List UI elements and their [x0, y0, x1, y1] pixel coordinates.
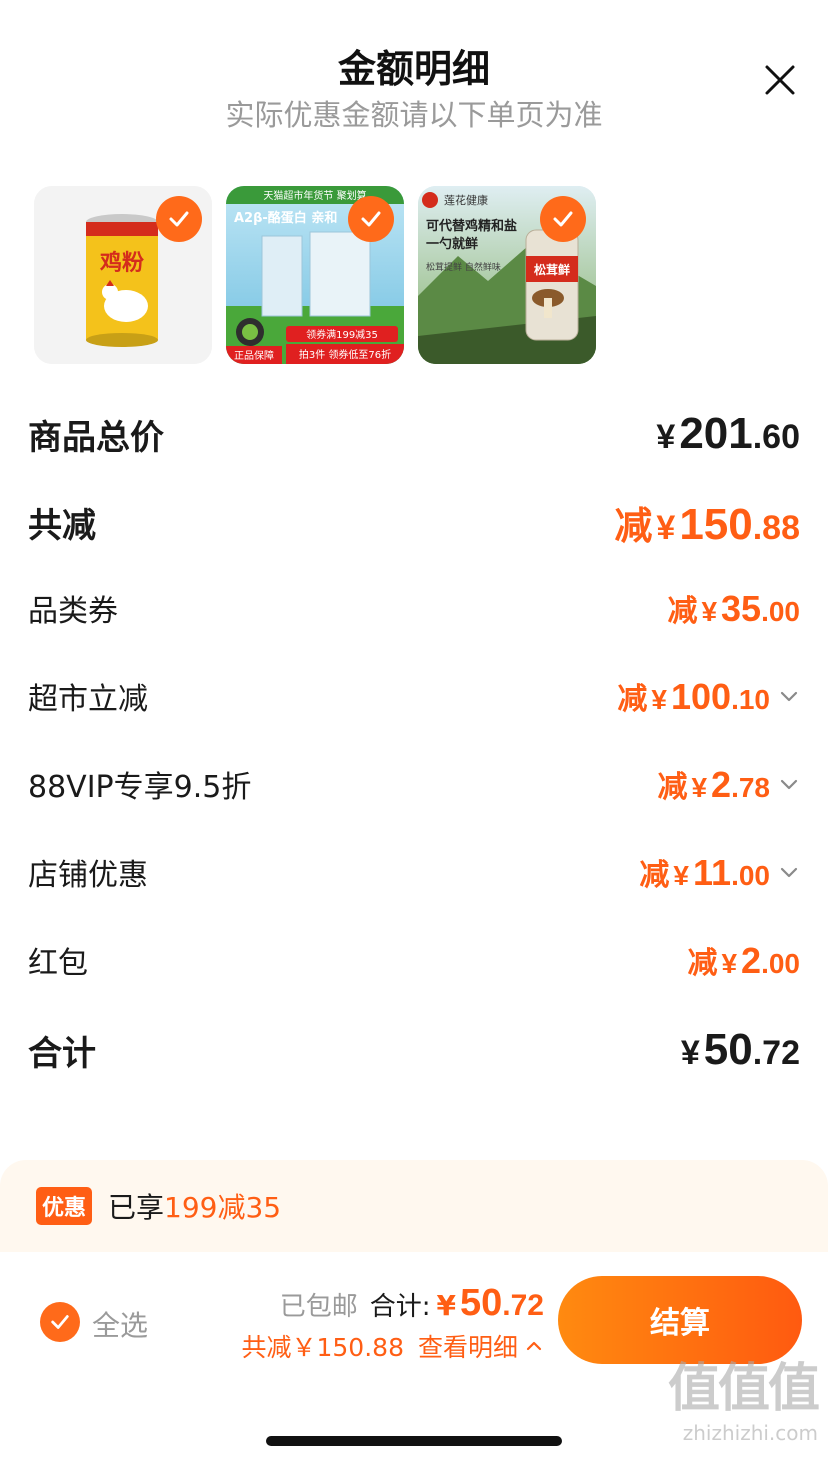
sum-symbol: ¥: [680, 1034, 700, 1072]
view-detail-link[interactable]: 共减￥150.88 查看明细: [242, 1328, 545, 1364]
product-2-coupon-line: 领券满199减35: [306, 328, 378, 341]
sum-label: 合计: [28, 1033, 96, 1074]
total-price-label: 商品总价: [28, 417, 164, 458]
store-discount-prefix: 减: [639, 858, 670, 893]
product-3-check-icon[interactable]: [540, 196, 586, 242]
product-2-banner: 天猫超市年货节 聚划算: [263, 189, 366, 202]
row-sum: 合计 ¥ 50 .72: [28, 1020, 800, 1080]
total-price-symbol: ¥: [656, 418, 676, 456]
total-price-amount: ¥ 201 .60: [652, 409, 800, 459]
watermark: 值值值 zhizhizhi.com: [667, 1346, 820, 1445]
store-discount-label: 店铺优惠: [28, 858, 148, 893]
chevron-down-icon[interactable]: [778, 773, 800, 795]
supermarket-reduction-label: 超市立减: [28, 682, 148, 717]
category-coupon-label: 品类券: [28, 594, 118, 629]
promo-text-highlight: 199减35: [164, 1191, 282, 1224]
checkout-total-dec: .72: [502, 1289, 544, 1322]
row-category-coupon: 品类券 减 ¥ 35 .00: [28, 578, 800, 638]
total-reduction-label: 共减: [28, 505, 96, 546]
red-packet-dec: .00: [761, 948, 800, 979]
supermarket-reduction-dec: .10: [731, 684, 770, 715]
supermarket-reduction-amount: 减 ¥ 100 .10: [617, 674, 800, 718]
row-88vip-discount[interactable]: 88VIP专享9.5折 减 ¥ 2 .78: [28, 754, 800, 814]
total-reduction-dec: .88: [752, 508, 800, 547]
product-thumbnail-3[interactable]: 莲花健康 可代替鸡精和盐 一勺就鲜 松茸提鲜 自然鲜味 松茸鲜: [418, 186, 596, 364]
total-price-dec: .60: [752, 418, 800, 456]
red-packet-amount: 减 ¥ 2 .00: [687, 938, 800, 982]
supermarket-reduction-prefix: 减: [617, 682, 648, 717]
row-store-discount[interactable]: 店铺优惠 减 ¥ 11 .00: [28, 842, 800, 902]
watermark-logo: 值值值: [667, 1359, 820, 1419]
red-packet-prefix: 减: [687, 946, 718, 981]
promo-badge: 优惠: [36, 1187, 93, 1225]
chevron-up-icon: [526, 1341, 542, 1351]
promo-text-prefix: 已享: [108, 1191, 165, 1224]
88vip-discount-prefix: 减: [657, 770, 688, 805]
amount-detail-sheet: 金额明细 实际优惠金额请以下单页为准 鸡粉 天猫超市年货节 聚划算 A2β-酪蛋…: [0, 0, 828, 1463]
product-3-name: 松茸鲜: [534, 262, 570, 277]
shipping-label: 已包邮: [279, 1292, 358, 1322]
row-supermarket-reduction[interactable]: 超市立减 减 ¥ 100 .10: [28, 666, 800, 726]
product-2-name: A2β-酪蛋白 亲和: [234, 210, 337, 226]
store-discount-int: 11: [693, 852, 732, 893]
88vip-discount-dec: .78: [731, 772, 770, 803]
store-discount-dec: .00: [731, 860, 770, 891]
checkout-total-int: 50: [460, 1282, 503, 1324]
red-packet-symbol: ¥: [721, 948, 738, 979]
row-red-packet: 红包 减 ¥ 2 .00: [28, 930, 800, 990]
product-3-tagline-2: 一勺就鲜: [426, 236, 478, 252]
88vip-discount-label: 88VIP专享9.5折: [28, 770, 252, 805]
chevron-down-icon[interactable]: [778, 685, 800, 707]
supermarket-reduction-int: 100: [670, 676, 732, 717]
checkout-reduced-text: 共减￥150.88: [241, 1333, 404, 1362]
product-3-tagline-3: 松茸提鲜 自然鲜味: [426, 261, 501, 273]
red-packet-int: 2: [741, 940, 762, 981]
checkout-total-symbol: ¥: [436, 1289, 456, 1322]
promo-text: 已享199减35: [108, 1186, 281, 1226]
red-packet-label: 红包: [28, 946, 88, 981]
close-icon[interactable]: [762, 62, 798, 98]
chevron-down-icon[interactable]: [778, 861, 800, 883]
category-coupon-int: 35: [721, 588, 762, 629]
product-3-brand: 莲花健康: [444, 193, 488, 207]
store-discount-symbol: ¥: [673, 860, 689, 891]
total-reduction-int: 150: [679, 499, 753, 549]
88vip-discount-int: 2: [711, 764, 732, 805]
product-1-check-icon[interactable]: [156, 196, 202, 242]
view-detail-label: 查看明细: [417, 1333, 518, 1362]
select-all-check-icon[interactable]: [40, 1302, 80, 1342]
product-2-check-icon[interactable]: [348, 196, 394, 242]
product-2-deal-line: 拍3件 领券低至76折: [299, 348, 391, 361]
product-2-badge: 正品保障: [234, 349, 274, 362]
home-indicator: [266, 1436, 562, 1446]
supermarket-reduction-symbol: ¥: [651, 684, 667, 715]
product-1-name: 鸡粉: [99, 250, 144, 276]
category-coupon-symbol: ¥: [701, 596, 718, 627]
product-thumbnail-2[interactable]: 天猫超市年货节 聚划算 A2β-酪蛋白 亲和 领券满199减35 拍3件 领券低…: [226, 186, 404, 364]
sheet-title: 金额明细: [337, 47, 490, 91]
88vip-discount-symbol: ¥: [691, 772, 708, 803]
product-3-tagline-1: 可代替鸡精和盐: [426, 218, 517, 234]
checkout-total: 已包邮 合计: ¥ 50 .72: [280, 1282, 544, 1325]
sum-int: 50: [703, 1025, 753, 1074]
total-price-int: 201: [679, 409, 753, 458]
88vip-discount-amount: 减 ¥ 2 .78: [657, 762, 800, 806]
sum-amount: ¥ 50 .72: [677, 1025, 800, 1075]
sum-dec: .72: [752, 1034, 800, 1072]
product-thumbnail-1[interactable]: 鸡粉: [34, 186, 212, 364]
sheet-subtitle: 实际优惠金额请以下单页为准: [225, 98, 603, 132]
row-total-reduction: 共减 减 ¥ 150 .88: [28, 492, 800, 552]
store-discount-amount: 减 ¥ 11 .00: [639, 850, 800, 894]
category-coupon-dec: .00: [761, 596, 800, 627]
row-total-price: 商品总价 ¥ 201 .60: [28, 404, 800, 464]
category-coupon-prefix: 减: [667, 594, 698, 629]
watermark-url: zhizhizhi.com: [682, 1421, 818, 1445]
promo-banner: 优惠 已享199减35: [0, 1160, 828, 1252]
total-reduction-prefix: 减: [614, 503, 653, 548]
checkout-total-label: 合计:: [369, 1292, 431, 1322]
category-coupon-amount: 减 ¥ 35 .00: [667, 586, 800, 630]
total-reduction-symbol: ¥: [656, 508, 676, 547]
select-all-label[interactable]: 全选: [92, 1304, 148, 1344]
total-reduction-amount: 减 ¥ 150 .88: [614, 495, 800, 550]
